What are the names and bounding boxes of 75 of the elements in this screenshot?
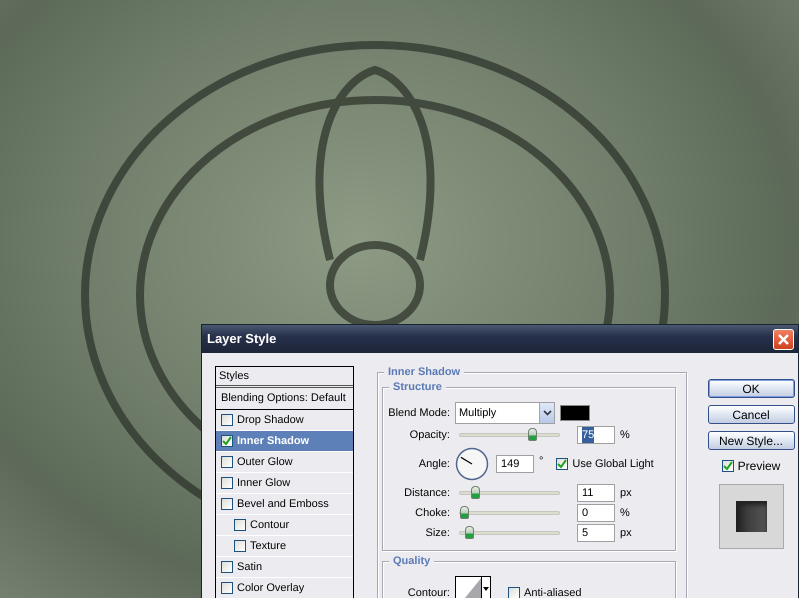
checkbox[interactable] (221, 561, 233, 573)
item-label: Drop Shadow (237, 412, 304, 428)
slider-thumb[interactable] (464, 526, 474, 539)
checkbox[interactable] (221, 435, 233, 447)
item-label: Satin (237, 560, 262, 575)
checkbox[interactable] (221, 477, 233, 489)
input-field[interactable]: 75 (577, 426, 615, 444)
unit-label: px (620, 486, 632, 501)
input-field[interactable]: 0 (577, 504, 615, 522)
slider-thumb[interactable] (528, 428, 536, 441)
caret-icon (483, 587, 489, 591)
field-label: Distance: (403, 486, 450, 501)
preview-square (736, 501, 766, 532)
slider-thumb[interactable] (460, 506, 469, 519)
color-swatch[interactable] (560, 405, 590, 421)
field-label: Contour: (406, 586, 450, 598)
field-value: 75 (582, 426, 594, 444)
group-title: Quality (389, 554, 434, 568)
checkbox-label: Use Global Light (572, 456, 654, 472)
dialog-button[interactable]: New Style... (708, 431, 794, 450)
list-item[interactable]: Blending Options: Default (216, 388, 353, 410)
checkbox[interactable] (221, 582, 233, 594)
list-header: Styles (216, 367, 353, 388)
item-label: Inner Glow (237, 476, 290, 491)
field-value: 5 (582, 526, 588, 541)
checkbox[interactable] (221, 498, 233, 510)
checkbox[interactable] (221, 414, 233, 426)
blend-mode-dropdown[interactable]: Multiply (455, 402, 555, 424)
field-label: Size: (424, 526, 450, 541)
checkbox[interactable] (234, 540, 246, 552)
item-label: Texture (250, 538, 286, 554)
list-item[interactable]: Satin (216, 557, 353, 578)
checkbox[interactable] (234, 519, 246, 531)
window-title: Layer Style (207, 330, 276, 348)
field-value: 0 (582, 506, 588, 521)
check-icon (557, 459, 568, 469)
check-icon (222, 436, 232, 446)
unit-label: % (620, 428, 630, 443)
checkbox-label: Anti-aliased (524, 586, 582, 598)
field-value: 11 (582, 486, 594, 501)
input-field[interactable]: 5 (577, 524, 615, 542)
input-field[interactable]: 149 (496, 455, 534, 473)
list-item[interactable]: Bevel and Emboss (216, 494, 353, 515)
list-item[interactable]: Outer Glow (216, 452, 353, 473)
checkbox-label: Preview (738, 458, 780, 475)
unit-label: % (620, 506, 630, 521)
field-label: Opacity: (408, 428, 450, 443)
close-icon (777, 332, 790, 346)
dialog-button[interactable]: OK (708, 379, 794, 398)
unit-label: px (620, 526, 632, 541)
close-button[interactable] (773, 328, 794, 350)
field-label: Choke: (414, 506, 450, 521)
item-label: Inner Shadow (237, 434, 310, 449)
list-item[interactable]: Texture (216, 536, 353, 557)
caret-icon (542, 410, 552, 416)
item-label: Outer Glow (237, 454, 293, 470)
checkbox[interactable] (722, 460, 734, 472)
field-label: Angle: (418, 456, 450, 472)
item-label: Color Overlay (237, 580, 304, 596)
list-item[interactable]: Color Overlay (216, 578, 353, 598)
unit-label: ° (539, 454, 544, 469)
list-item[interactable]: Inner Glow (216, 473, 353, 494)
input-field[interactable]: 11 (577, 484, 615, 502)
angle-dial[interactable] (455, 447, 489, 481)
item-label: Bevel and Emboss (237, 496, 329, 512)
checkbox[interactable] (221, 456, 233, 468)
list-item[interactable]: Inner Shadow (216, 431, 353, 452)
slider-thumb[interactable] (470, 486, 480, 499)
check-icon (722, 461, 733, 471)
checkbox[interactable] (508, 587, 520, 598)
dialog-button[interactable]: Cancel (708, 405, 794, 424)
checkbox[interactable] (556, 458, 568, 470)
item-label: Contour (250, 518, 290, 533)
list-item[interactable]: Contour (216, 515, 353, 536)
field-label: Blend Mode: (387, 406, 450, 421)
